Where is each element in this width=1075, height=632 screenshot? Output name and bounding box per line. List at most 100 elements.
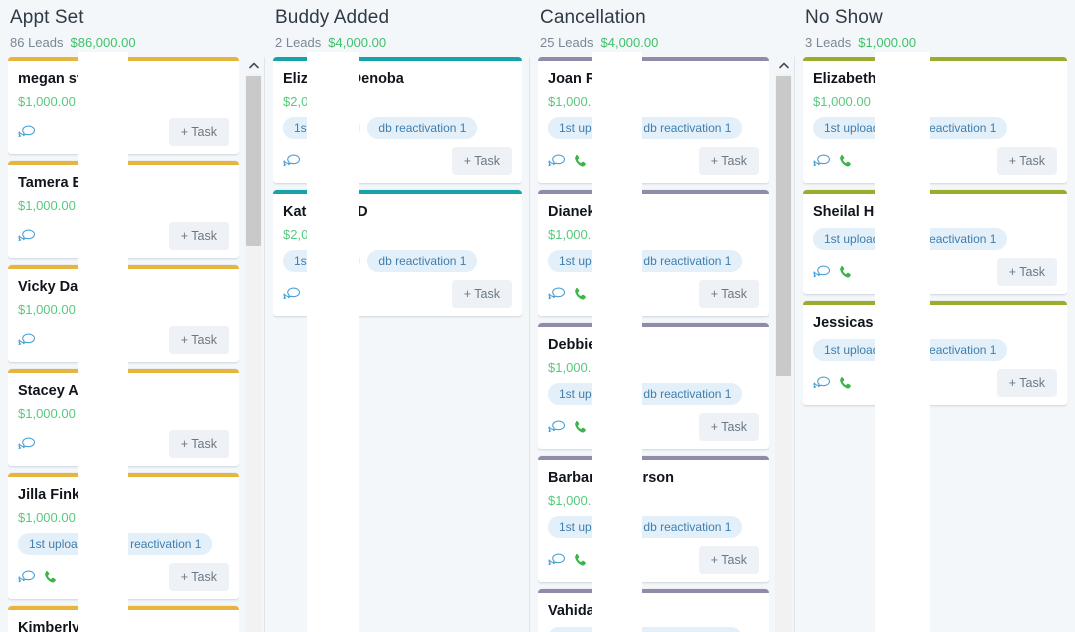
chat-icon[interactable] [548, 287, 566, 302]
lead-card[interactable]: Barbara Anderson $1,000.00 1st upload db re… [538, 456, 769, 582]
lead-card[interactable]: Vicky Dal $1,000.00 + Task [8, 265, 239, 362]
lead-tag[interactable]: db reactivation 1 [102, 533, 213, 555]
lead-card[interactable]: Joan Ri $1,000.00 1st upload db reactivatio… [538, 57, 769, 183]
lead-tag[interactable]: 1st upload [18, 533, 96, 555]
lead-name[interactable]: Stacey Ar [18, 382, 229, 400]
add-task-button[interactable]: + Task [698, 280, 759, 308]
lead-name[interactable]: Sheilal Hol [813, 203, 1057, 221]
chat-icon[interactable] [813, 154, 831, 169]
column-scrollbar[interactable] [775, 57, 792, 632]
lead-card[interactable]: Vahida1st uploaddb reactivation 1+ Task [538, 589, 769, 632]
lead-tag[interactable]: db reactivation 1 [367, 250, 478, 272]
lead-name[interactable]: megan sv [18, 70, 229, 88]
add-task-button[interactable]: + Task [168, 430, 229, 458]
add-task-button[interactable]: + Task [698, 413, 759, 441]
add-task-button[interactable]: + Task [168, 326, 229, 354]
lead-tag[interactable]: db reactivation 1 [897, 228, 1008, 250]
chat-icon[interactable] [18, 333, 36, 348]
chat-icon[interactable] [18, 125, 36, 140]
add-task-button[interactable]: + Task [698, 147, 759, 175]
lead-name[interactable]: Barbara Anderson [548, 469, 759, 487]
chat-icon[interactable] [283, 154, 301, 169]
lead-tag[interactable]: db reactivation 1 [367, 117, 478, 139]
lead-tag[interactable]: 1st upload [548, 627, 626, 632]
lead-name[interactable]: Dianek [548, 203, 759, 221]
lead-card[interactable]: Tamera B $1,000.00 + Task [8, 161, 239, 258]
chat-icon[interactable] [813, 376, 831, 391]
chat-icon[interactable] [813, 265, 831, 280]
add-task-button[interactable]: + Task [168, 563, 229, 591]
add-task-button[interactable]: + Task [996, 369, 1057, 397]
lead-tag[interactable]: db reactivation 1 [632, 516, 743, 538]
lead-name[interactable]: Debbie [548, 336, 759, 354]
column-card-list[interactable]: Joan Ri $1,000.00 1st upload db reactivatio… [538, 57, 769, 632]
lead-tag[interactable]: db reactivation 1 [632, 117, 743, 139]
chat-icon[interactable] [548, 553, 566, 568]
lead-name[interactable]: Joan Ri [548, 70, 759, 88]
lead-tag[interactable]: db reactivation 1 [632, 627, 743, 632]
lead-tag[interactable]: 1st upload [283, 117, 361, 139]
phone-icon[interactable] [838, 265, 853, 280]
phone-icon[interactable] [573, 287, 588, 302]
lead-tag[interactable]: 1st upload [548, 250, 626, 272]
lead-name[interactable]: Vahida [548, 602, 759, 620]
column-scrollbar[interactable] [245, 57, 262, 632]
lead-name[interactable]: Elizabethk [813, 70, 1057, 88]
lead-card[interactable]: Elizabethk $1,000.00 1st upload db reactiva… [803, 57, 1067, 183]
add-task-button[interactable]: + Task [451, 280, 512, 308]
scrollbar-thumb[interactable] [776, 76, 791, 376]
lead-name[interactable]: Kathleenb D [283, 203, 512, 221]
lead-name[interactable]: Tamera B [18, 174, 229, 192]
phone-icon[interactable] [838, 154, 853, 169]
chat-icon[interactable] [283, 287, 301, 302]
lead-tag[interactable]: 1st upload [813, 228, 891, 250]
lead-tag[interactable]: 1st upload [548, 516, 626, 538]
lead-tag[interactable]: db reactivation 1 [897, 117, 1008, 139]
lead-tag[interactable]: 1st upload [283, 250, 361, 272]
chat-icon[interactable] [548, 420, 566, 435]
add-task-button[interactable]: + Task [451, 147, 512, 175]
add-task-button[interactable]: + Task [168, 222, 229, 250]
lead-tag[interactable]: 1st upload [813, 117, 891, 139]
phone-icon[interactable] [308, 287, 323, 302]
phone-icon[interactable] [573, 154, 588, 169]
chat-icon[interactable] [548, 154, 566, 169]
lead-card[interactable]: Sheilal Hol 1st upload db reactivation 1 + … [803, 190, 1067, 294]
lead-card[interactable]: megan sv $1,000.00 + Task [8, 57, 239, 154]
add-task-button[interactable]: + Task [996, 258, 1057, 286]
lead-name[interactable]: Jilla Finke [18, 486, 229, 504]
lead-card[interactable]: Kathleenb D $2,000.00 1st upload db reactiv… [273, 190, 522, 316]
chat-icon[interactable] [18, 570, 36, 585]
scroll-up-icon[interactable] [775, 57, 792, 74]
lead-name[interactable]: Elizabeth Denoba [283, 70, 512, 88]
scroll-up-icon[interactable] [245, 57, 262, 74]
lead-tag[interactable]: 1st upload [548, 117, 626, 139]
scrollbar-thumb[interactable] [246, 76, 261, 246]
lead-card[interactable]: Debbie $1,000.00 1st upload db reactivation… [538, 323, 769, 449]
add-task-button[interactable]: + Task [168, 118, 229, 146]
phone-icon[interactable] [43, 570, 58, 585]
phone-icon[interactable] [308, 154, 323, 169]
chat-icon[interactable] [18, 229, 36, 244]
lead-card[interactable]: Jessicas S 1st upload db reactivation 1 + T… [803, 301, 1067, 405]
lead-tag[interactable]: 1st upload [813, 339, 891, 361]
add-task-button[interactable]: + Task [996, 147, 1057, 175]
phone-icon[interactable] [838, 376, 853, 391]
phone-icon[interactable] [573, 420, 588, 435]
add-task-button[interactable]: + Task [698, 546, 759, 574]
lead-tag[interactable]: db reactivation 1 [632, 383, 743, 405]
lead-tag[interactable]: db reactivation 1 [632, 250, 743, 272]
column-card-list[interactable]: Elizabethk $1,000.00 1st upload db reactiva… [803, 57, 1067, 632]
column-card-list[interactable]: Elizabeth Denoba $2,000.00 1st upload db re… [273, 57, 522, 632]
lead-tag[interactable]: db reactivation 1 [897, 339, 1008, 361]
lead-card[interactable]: Elizabeth Denoba $2,000.00 1st upload db re… [273, 57, 522, 183]
lead-card[interactable]: Stacey Ar $1,000.00 + Task [8, 369, 239, 466]
column-card-list[interactable]: megan sv $1,000.00 + Task Tamera B $1,000.00… [8, 57, 239, 632]
lead-tag[interactable]: 1st upload [548, 383, 626, 405]
lead-card[interactable]: Dianek $1,000.00 1st upload db reactivation… [538, 190, 769, 316]
lead-card[interactable]: Jilla Finke $1,000.00 1st upload db reactiv… [8, 473, 239, 599]
chat-icon[interactable] [18, 437, 36, 452]
lead-name[interactable]: Kimberlyl [18, 619, 229, 632]
phone-icon[interactable] [573, 553, 588, 568]
lead-card[interactable]: Kimberlyl$1,000.001st uploaddb reactivat… [8, 606, 239, 632]
